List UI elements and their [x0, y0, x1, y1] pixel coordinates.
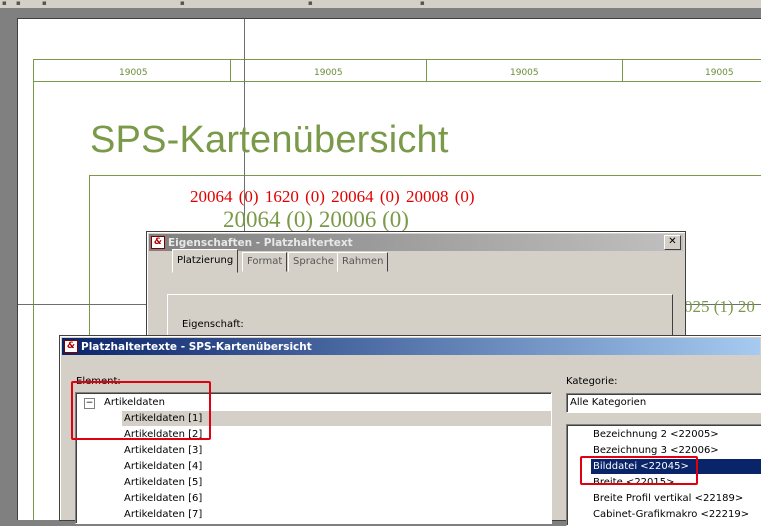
page-title: SPS-Kartenübersicht — [90, 119, 449, 161]
column-number: 19005 — [314, 68, 343, 78]
grid-line — [33, 59, 761, 60]
highlight-box-element — [71, 381, 211, 440]
column-number: 19005 — [119, 68, 148, 78]
grid-icon[interactable]: ▪ — [16, 0, 24, 6]
tree-node-item[interactable]: Artikeldaten [6] — [124, 491, 202, 506]
category-dropdown[interactable]: Alle Kategorien — [566, 393, 761, 413]
tree-node-item[interactable]: Artikeldaten [3] — [124, 443, 202, 458]
tree-node-item[interactable]: Artikeldaten [7] — [124, 507, 202, 522]
column-number: 19005 — [510, 68, 539, 78]
box-icon[interactable]: ▪ — [42, 0, 50, 6]
placeholder-texts-dialog: & Platzhaltertexte - SPS-Kartenübersicht… — [59, 335, 761, 526]
tree-node-item[interactable]: Artikeldaten [4] — [124, 459, 202, 474]
close-button[interactable]: ✕ — [664, 235, 681, 250]
grid-line — [622, 59, 623, 81]
placeholder-texts-dialog-titlebar[interactable]: & Platzhaltertexte - SPS-Kartenübersicht — [62, 338, 760, 355]
tab-sprache[interactable]: Sprache — [288, 252, 339, 272]
app-icon: & — [64, 340, 78, 353]
grid-line — [89, 175, 761, 176]
tab-rahmen[interactable]: Rahmen — [337, 252, 389, 272]
app-icon: & — [151, 236, 165, 249]
toolbar: ▪ ▪ ▪ ▪ ▪ ▪ — [0, 0, 761, 9]
tool-icon[interactable]: ▪ — [180, 0, 188, 6]
tool-icon[interactable]: ▪ — [420, 0, 428, 6]
dialog-title: Eigenschaften - Platzhaltertext — [168, 236, 353, 249]
list-item[interactable]: Bezeichnung 2 <22005> — [593, 427, 719, 442]
tool-icon[interactable]: ▪ — [308, 0, 316, 6]
grid-line — [426, 59, 427, 81]
category-label: Kategorie: — [566, 376, 618, 387]
placeholder-text-red: 20064 (0) 1620 (0) 20064 (0) 20008 (0) — [190, 187, 475, 206]
column-number: 19005 — [705, 68, 734, 78]
list-item[interactable]: Breite Profil vertikal <22189> — [593, 491, 743, 506]
dialog-title: Platzhaltertexte - SPS-Kartenübersicht — [81, 340, 312, 353]
list-item[interactable]: Cabinet-Grafikmakro <22219> — [593, 507, 749, 522]
tab-format[interactable]: Format — [242, 252, 288, 272]
grid-line — [230, 59, 231, 81]
placeholder-text-green: 20064 (0) 20006 (0) — [223, 207, 409, 232]
app-icon[interactable]: ▪ — [2, 0, 10, 6]
grid-line — [33, 81, 761, 82]
highlight-box-property — [580, 456, 698, 485]
tab-platzierung[interactable]: Platzierung — [172, 249, 239, 273]
tree-node-item[interactable]: Artikeldaten [5] — [124, 475, 202, 490]
property-label: Eigenschaft: — [182, 319, 244, 330]
placeholder-text-fragment: 025 (1) 20 — [684, 297, 755, 316]
grid-line — [33, 59, 34, 520]
